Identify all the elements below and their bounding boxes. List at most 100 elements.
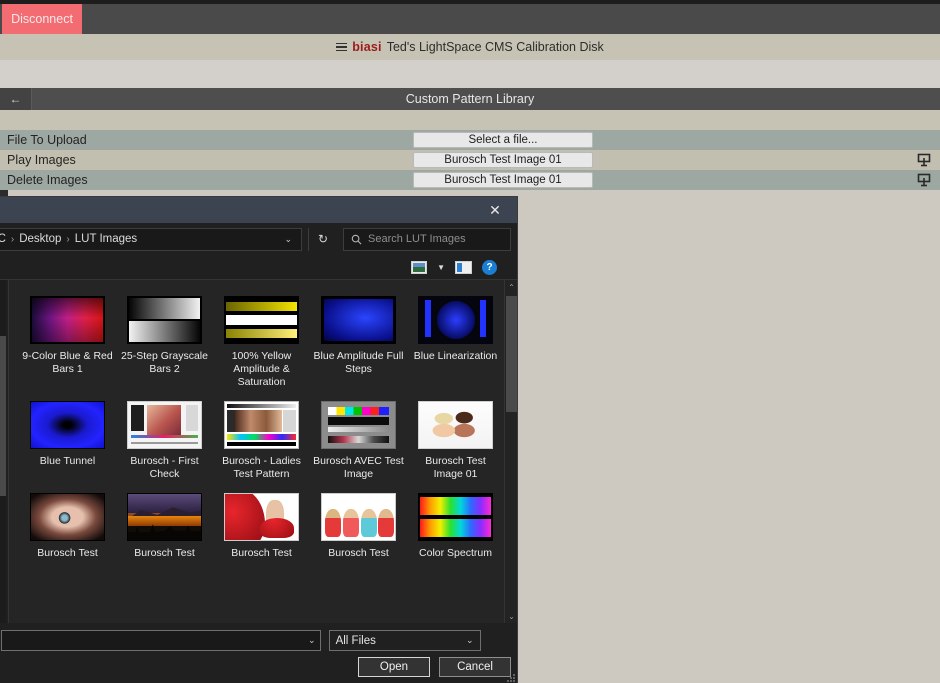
file-thumbnail	[127, 401, 202, 449]
file-tile[interactable]: Burosch Test	[310, 493, 407, 560]
file-tile[interactable]: Burosch - First Check	[116, 401, 213, 481]
panel-spacer	[0, 110, 940, 130]
scroll-up-icon[interactable]: ⌃	[505, 280, 518, 294]
dialog-buttons: Open Cancel	[358, 657, 511, 677]
file-thumbnail	[418, 401, 493, 449]
help-icon[interactable]: ?	[482, 259, 497, 275]
delete-images-select[interactable]: Burosch Test Image 01	[413, 172, 593, 188]
file-name-label: Burosch - Ladies Test Pattern	[222, 455, 301, 480]
thumbnail-image	[321, 401, 396, 449]
thumbnail-image	[127, 493, 202, 541]
file-tile[interactable]: 9-Color Blue & Red Bars 1	[19, 296, 116, 389]
breadcrumb[interactable]: his PC › Desktop › LUT Images ⌄	[0, 227, 302, 251]
filename-input[interactable]: ⌄	[0, 630, 321, 651]
table-row: Play Images Burosch Test Image 01	[0, 150, 940, 170]
file-name-label: Burosch - First Check	[130, 455, 199, 480]
scroll-down-icon[interactable]: ⌄	[505, 609, 518, 623]
file-thumbnail	[30, 493, 105, 541]
breadcrumb-desktop[interactable]: Desktop	[19, 233, 61, 245]
file-tile[interactable]: Burosch Test	[213, 493, 310, 560]
file-name-label: Blue Linearization	[413, 350, 498, 362]
delete-image-action-icon[interactable]	[916, 172, 932, 188]
file-thumbnail	[321, 296, 396, 344]
file-tile[interactable]: Blue Linearization	[407, 296, 504, 389]
navigation-scrollbar-thumb[interactable]	[0, 336, 6, 496]
file-tile[interactable]: Blue Tunnel	[19, 401, 116, 481]
play-image-action-icon[interactable]	[916, 152, 932, 168]
file-tile[interactable]: Color Spectrum	[407, 493, 504, 560]
filetype-value: All Files	[335, 634, 376, 647]
chevron-down-icon[interactable]: ⌄	[308, 635, 316, 646]
table-row: File To Upload Select a file...	[0, 130, 940, 150]
thumbnail-image	[127, 401, 202, 449]
chevron-down-icon[interactable]: ⌄	[466, 635, 474, 646]
file-name-label: Blue Amplitude Full Steps	[313, 350, 404, 375]
file-tile[interactable]: Burosch Test	[19, 493, 116, 560]
file-thumbnail	[30, 401, 105, 449]
hamburger-menu-icon[interactable]	[336, 42, 348, 52]
file-tile[interactable]: Burosch AVEC Test Image	[310, 401, 407, 481]
file-tile[interactable]: Burosch Test Image 01	[407, 401, 504, 481]
breadcrumb-this-pc[interactable]: his PC	[0, 233, 6, 245]
file-grid: 9-Color Blue & Red Bars 1 25-Step Graysca…	[9, 280, 504, 572]
chevron-down-icon[interactable]: ⌄	[279, 234, 297, 245]
thumbnail-image	[321, 296, 396, 344]
file-name-label: Burosch Test	[134, 547, 195, 559]
file-thumbnail	[321, 493, 396, 541]
row-label: File To Upload	[7, 133, 87, 147]
search-input[interactable]: Search LUT Images	[343, 227, 511, 251]
file-thumbnail	[418, 493, 493, 541]
app-root: Disconnect biasi Ted's LightSpace CMS Ca…	[0, 0, 940, 683]
table-row: Delete Images Burosch Test Image 01	[0, 170, 940, 190]
filetype-select[interactable]: All Files ⌄	[328, 630, 481, 651]
dialog-navigation-bar: his PC › Desktop › LUT Images ⌄ ↻ Search…	[0, 223, 517, 255]
file-tile[interactable]: Burosch Test	[116, 493, 213, 560]
file-tile[interactable]: Burosch - Ladies Test Pattern	[213, 401, 310, 481]
disconnect-button[interactable]: Disconnect	[2, 4, 82, 34]
search-icon	[351, 234, 362, 244]
dialog-titlebar: ✕	[0, 197, 517, 223]
file-name-label: Color Spectrum	[419, 547, 492, 559]
resize-grip-icon[interactable]	[506, 673, 515, 682]
brand-label: biasi	[352, 40, 382, 54]
thumbnail-image	[224, 296, 299, 344]
file-name-label: Burosch Test	[328, 547, 389, 559]
file-tile[interactable]: 100% Yellow Amplitude & Saturation	[213, 296, 310, 389]
dialog-command-bar: der ▼ ?	[0, 255, 517, 279]
play-images-select[interactable]: Burosch Test Image 01	[413, 152, 593, 168]
back-button[interactable]: ←	[0, 88, 32, 110]
row-label: Play Images	[7, 153, 76, 167]
chevron-down-icon[interactable]: ▼	[437, 263, 445, 272]
cancel-button[interactable]: Cancel	[439, 657, 511, 677]
file-thumbnail	[418, 296, 493, 344]
panel-title: Custom Pattern Library	[405, 92, 535, 106]
page-title: Ted's LightSpace CMS Calibration Disk	[386, 40, 604, 54]
command-bar-icons: ▼ ?	[411, 259, 511, 275]
preview-pane-icon[interactable]	[455, 260, 472, 274]
refresh-icon[interactable]: ↻	[308, 227, 337, 251]
open-file-dialog: ✕ his PC › Desktop › LUT Images ⌄ ↻ Sear…	[0, 196, 518, 683]
close-icon[interactable]: ✕	[473, 197, 517, 223]
scrollbar-thumb[interactable]	[506, 296, 517, 412]
file-thumbnail	[224, 401, 299, 449]
view-options-icon[interactable]	[411, 260, 428, 274]
file-tile[interactable]: Blue Amplitude Full Steps	[310, 296, 407, 389]
file-tile[interactable]: 25-Step Grayscale Bars 2	[116, 296, 213, 389]
thumbnail-image	[30, 401, 105, 449]
row-label: Delete Images	[7, 173, 88, 187]
select-a-file-button[interactable]: Select a file...	[413, 132, 593, 148]
thumbnail-image	[224, 401, 299, 449]
open-button[interactable]: Open	[358, 657, 430, 677]
file-name-label: Burosch Test	[231, 547, 292, 559]
breadcrumb-lut-images[interactable]: LUT Images	[75, 233, 137, 245]
thumbnail-image	[418, 401, 493, 449]
filename-row: ame: ⌄ All Files ⌄	[0, 629, 517, 652]
navigation-pane	[0, 280, 9, 623]
file-name-label: 25-Step Grayscale Bars 2	[121, 350, 208, 375]
file-list-scrollbar[interactable]: ⌃ ⌄	[504, 280, 517, 623]
file-name-label: Burosch Test Image 01	[425, 455, 486, 480]
search-placeholder: Search LUT Images	[368, 233, 466, 245]
thumbnail-image	[224, 493, 299, 541]
thumbnail-image	[321, 493, 396, 541]
thumbnail-image	[127, 296, 202, 344]
